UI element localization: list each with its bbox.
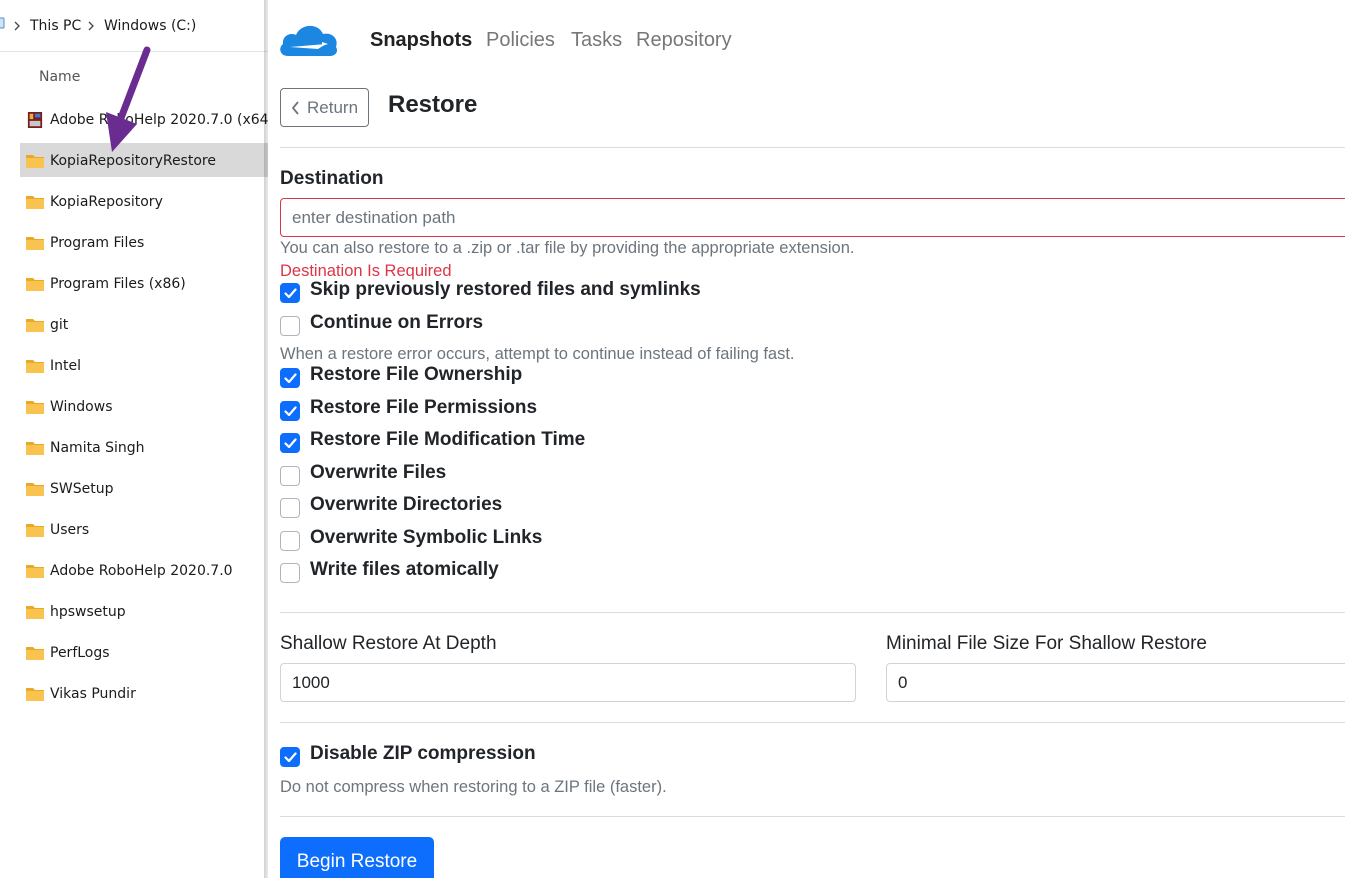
nav-repository[interactable]: Repository [636, 29, 732, 52]
continue-on-errors-help: When a restore error occurs, attempt to … [280, 345, 795, 363]
shallow-depth-label: Shallow Restore At Depth [280, 633, 497, 654]
list-item[interactable]: Program Files [20, 225, 268, 259]
disable-zip-help: Do not compress when restoring to a ZIP … [280, 778, 667, 796]
checkbox-checked-icon[interactable] [280, 283, 300, 303]
list-item[interactable]: Program Files (x86) [20, 266, 268, 300]
list-item[interactable]: Adobe RoboHelp 2020.7.0 [20, 553, 268, 587]
checkbox-label: Restore File Modification Time [310, 429, 586, 450]
checkbox-checked-icon[interactable] [280, 368, 300, 388]
list-item[interactable]: Namita Singh [20, 430, 268, 464]
checkbox-label: Restore File Permissions [310, 397, 538, 418]
list-item-label: Adobe RoboHelp 2020.7.0 [50, 563, 233, 579]
destination-label: Destination [280, 168, 384, 189]
list-item-label: Program Files [50, 235, 145, 251]
list-item[interactable]: Vikas Pundir [20, 676, 268, 710]
folder-icon [26, 606, 44, 619]
list-item[interactable]: Intel [20, 348, 268, 382]
chevron-left-icon [291, 101, 299, 115]
list-item-label: Vikas Pundir [50, 686, 136, 702]
list-item-label: hpswsetup [50, 604, 126, 620]
folder-icon [26, 360, 44, 373]
checkbox-unchecked-icon[interactable] [280, 466, 300, 486]
destination-help-text: You can also restore to a .zip or .tar f… [280, 239, 855, 257]
folder-icon [26, 278, 44, 291]
checkbox-label: Continue on Errors [310, 312, 484, 333]
list-item-label: git [50, 317, 69, 333]
checkbox-unchecked-icon[interactable] [280, 498, 300, 518]
divider [280, 816, 1345, 817]
list-item-label: Adobe RoboHelp 2020.7.0 (x64) [50, 112, 275, 128]
list-item[interactable]: PerfLogs [20, 635, 268, 669]
begin-restore-button[interactable]: Begin Restore [280, 837, 434, 878]
breadcrumb: This PC Windows (C:) [0, 0, 268, 52]
list-item-label: SWSetup [50, 481, 114, 497]
list-item[interactable]: Adobe RoboHelp 2020.7.0 (x64) [20, 102, 274, 136]
breadcrumb-this-pc[interactable]: This PC [30, 18, 81, 34]
nav-tasks[interactable]: Tasks [571, 29, 622, 52]
kopia-cloud-logo[interactable] [278, 20, 340, 60]
folder-icon [26, 688, 44, 701]
list-item[interactable]: git [20, 307, 268, 341]
checkbox-checked-icon[interactable] [280, 747, 300, 767]
list-item-label: Users [50, 522, 90, 538]
list-item-label: Intel [50, 358, 81, 374]
pc-icon [0, 17, 5, 29]
list-item-label: KopiaRepository [50, 194, 163, 210]
folder-icon [26, 196, 44, 209]
shallow-depth-input[interactable] [280, 663, 856, 702]
divider [280, 147, 1345, 148]
folder-icon [26, 483, 44, 496]
checkbox-unchecked-icon[interactable] [280, 531, 300, 551]
folder-icon [26, 442, 44, 455]
divider [280, 612, 1345, 613]
column-header-name[interactable]: Name [39, 69, 80, 85]
nav-policies[interactable]: Policies [486, 29, 555, 52]
list-item-label: Windows [50, 399, 113, 415]
checkbox-label: Skip previously restored files and symli… [310, 279, 701, 300]
min-file-size-input[interactable] [886, 663, 1345, 702]
checkbox-label: Overwrite Directories [310, 494, 503, 515]
kopia-restore-window: Snapshots Policies Tasks Repository Retu… [268, 0, 1345, 878]
checkbox-label: Restore File Ownership [310, 364, 523, 385]
folder-icon [26, 647, 44, 660]
list-item-label: Program Files (x86) [50, 276, 186, 292]
chevron-right-icon [88, 21, 94, 31]
destination-input[interactable] [280, 198, 1345, 237]
list-item-label: KopiaRepositoryRestore [50, 153, 216, 169]
checkbox-unchecked-icon[interactable] [280, 563, 300, 583]
checkbox-label: Overwrite Symbolic Links [310, 527, 543, 548]
chevron-right-icon [14, 21, 20, 31]
checkbox-label: Overwrite Files [310, 462, 447, 483]
installer-icon [27, 112, 43, 128]
list-item[interactable]: hpswsetup [20, 594, 268, 628]
divider [280, 722, 1345, 723]
checkbox-checked-icon[interactable] [280, 433, 300, 453]
nav-snapshots[interactable]: Snapshots [370, 29, 472, 52]
list-item-label: PerfLogs [50, 645, 110, 661]
folder-icon [26, 155, 44, 168]
list-item[interactable]: Users [20, 512, 268, 546]
breadcrumb-windows-c[interactable]: Windows (C:) [104, 18, 196, 34]
list-item[interactable]: KopiaRepository [20, 184, 268, 218]
folder-icon [26, 401, 44, 414]
file-explorer-pane: This PC Windows (C:) Name Adobe RoboHelp… [0, 0, 274, 878]
checkbox-label: Disable ZIP compression [310, 743, 536, 764]
folder-icon [26, 237, 44, 250]
checkbox-unchecked-icon[interactable] [280, 316, 300, 336]
folder-icon [26, 319, 44, 332]
return-button[interactable]: Return [280, 88, 369, 127]
folder-icon [26, 565, 44, 578]
return-label: Return [307, 98, 359, 117]
folder-icon [26, 524, 44, 537]
list-item[interactable]: SWSetup [20, 471, 268, 505]
checkbox-label: Write files atomically [310, 559, 499, 580]
list-item[interactable]: Windows [20, 389, 268, 423]
list-item-label: Namita Singh [50, 440, 145, 456]
min-file-size-label: Minimal File Size For Shallow Restore [886, 633, 1207, 654]
page-title: Restore [388, 91, 478, 118]
top-navbar: Snapshots Policies Tasks Repository [268, 0, 1345, 80]
list-item[interactable]: KopiaRepositoryRestore [20, 143, 268, 177]
checkbox-checked-icon[interactable] [280, 401, 300, 421]
